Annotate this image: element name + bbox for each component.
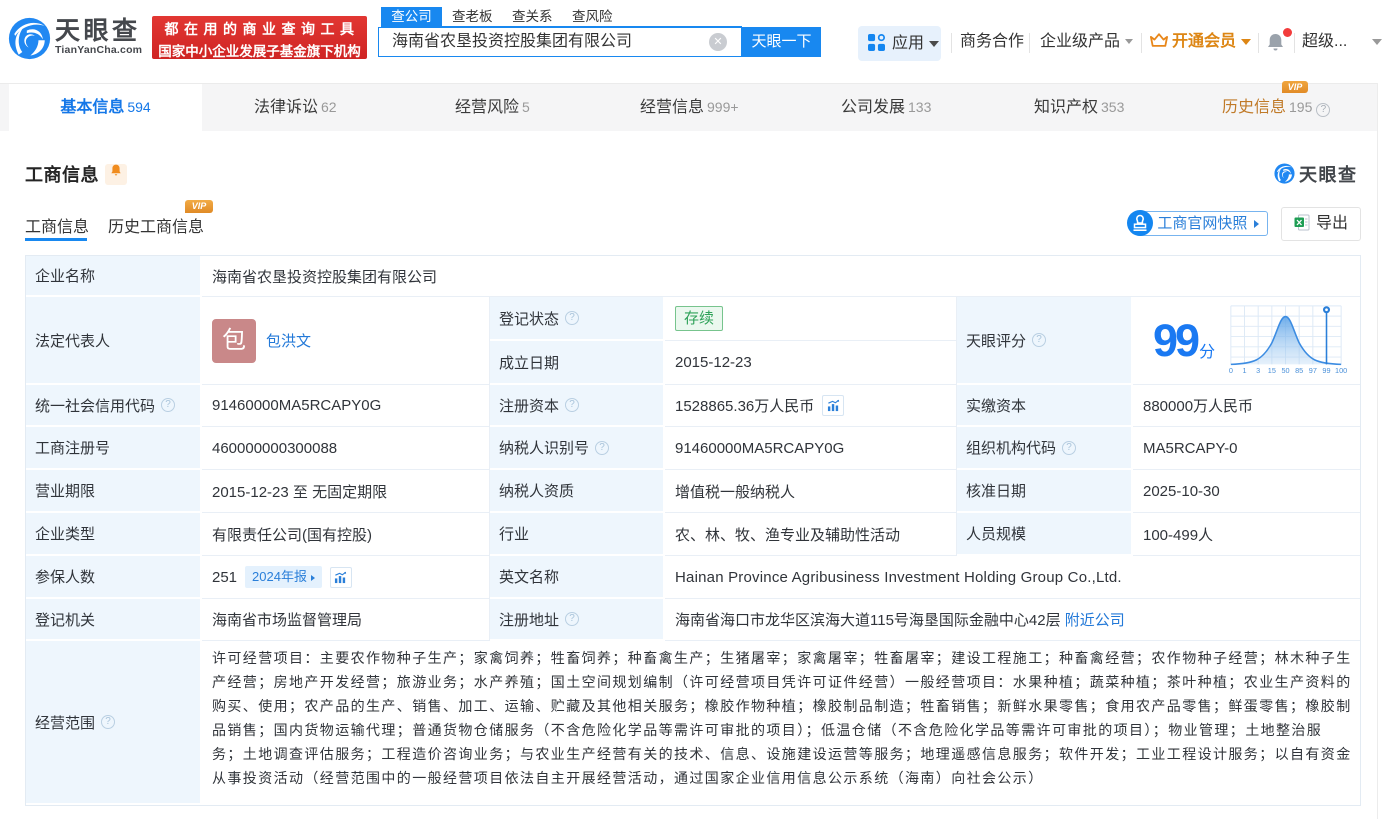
svg-text:97: 97 [1309,366,1317,375]
svg-text:3: 3 [1256,366,1260,375]
svg-text:100: 100 [1335,366,1347,375]
svg-text:99: 99 [1322,366,1330,375]
svg-text:1: 1 [1242,366,1246,375]
svg-text:85: 85 [1295,366,1303,375]
svg-text:0: 0 [1229,366,1233,375]
svg-text:50: 50 [1281,366,1289,375]
svg-text:15: 15 [1268,366,1276,375]
